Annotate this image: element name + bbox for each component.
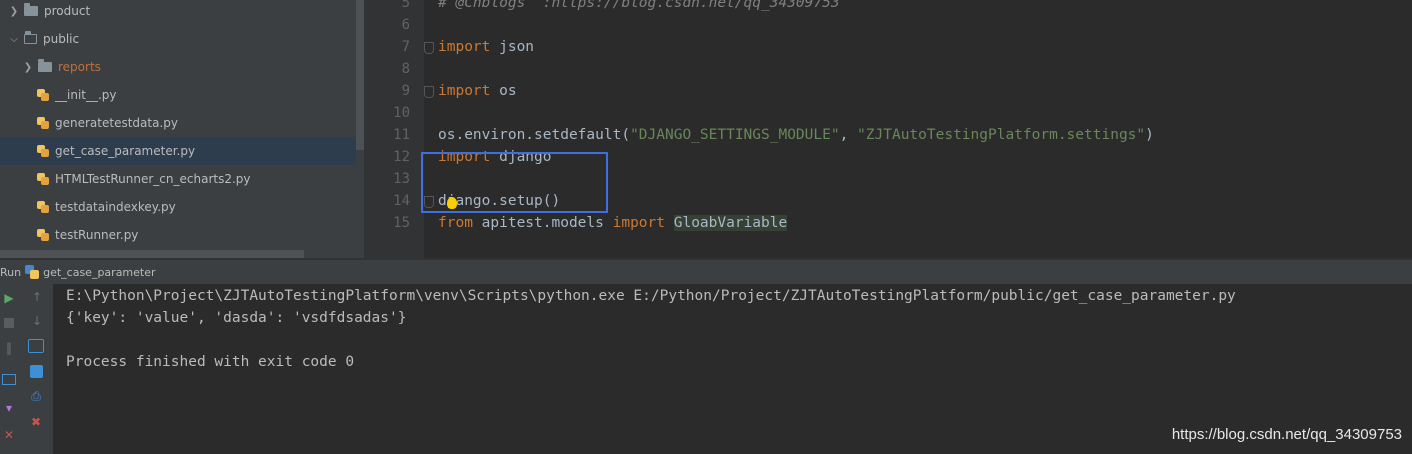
run-label: Run <box>0 265 22 279</box>
run-tab[interactable]: get_case_parameter <box>43 266 155 279</box>
watermark: https://blog.csdn.net/qq_34309753 <box>1171 426 1402 443</box>
line-number: 14 <box>393 193 410 209</box>
run-tool-window-header: Run get_case_parameter <box>0 260 1412 284</box>
fold-marker-icon[interactable] <box>424 42 434 54</box>
tree-item-product[interactable]: ❯ product <box>0 0 356 25</box>
line-number: 13 <box>393 171 410 187</box>
keyword: import <box>438 39 491 55</box>
line-number: 10 <box>393 105 410 121</box>
arrow-up-icon[interactable]: ↑ <box>29 289 45 305</box>
tree-item-public[interactable]: ⌵ public <box>0 25 356 53</box>
lightbulb-icon[interactable] <box>447 197 457 209</box>
trash-icon[interactable]: ✖ <box>28 414 44 430</box>
python-file-icon <box>37 145 49 157</box>
folder-icon <box>38 59 52 72</box>
code-text: os <box>490 83 517 99</box>
scroll-to-end-icon[interactable] <box>28 363 44 379</box>
python-file-icon <box>37 89 49 101</box>
rerun-icon[interactable]: ▶ <box>1 290 17 306</box>
line-number: 9 <box>401 83 410 99</box>
keyword: import <box>612 215 665 231</box>
code-text: apitest.models <box>472 215 613 231</box>
code-text: json <box>490 39 535 55</box>
tree-item-htmltestrunner[interactable]: HTMLTestRunner_cn_echarts2.py <box>0 165 356 193</box>
stop-icon[interactable] <box>1 315 17 331</box>
line-number: 15 <box>393 215 410 231</box>
console-line: E:\Python\Project\ZJTAutoTestingPlatform… <box>66 288 1236 304</box>
soft-wrap-icon[interactable] <box>28 338 44 354</box>
keyword: from <box>438 215 473 231</box>
python-file-icon <box>37 201 49 213</box>
string-literal: "DJANGO_SETTINGS_MODULE" <box>630 127 840 143</box>
code-text: , <box>839 127 858 143</box>
close-icon[interactable]: ✕ <box>1 427 17 443</box>
code-text: ) <box>1145 127 1154 143</box>
line-number: 7 <box>401 39 410 55</box>
code-line-9: import os <box>438 83 517 99</box>
tree-scrollbar[interactable] <box>356 0 364 150</box>
line-number: 12 <box>393 149 410 165</box>
tree-item-get-case-parameter[interactable]: get_case_parameter.py <box>0 137 356 165</box>
line-number-gutter: 5 6 7 8 9 10 11 12 13 14 15 <box>364 0 424 258</box>
tree-item-testdataindexkey[interactable]: testdataindexkey.py <box>0 193 356 221</box>
code-text: os.environ.setdefault( <box>438 127 631 143</box>
line-number: 6 <box>401 17 410 33</box>
folder-open-icon <box>24 31 37 44</box>
code-line-7: import json <box>438 39 534 55</box>
code-line-11: os.environ.setdefault("DJANGO_SETTINGS_M… <box>438 127 1154 143</box>
chevron-right-icon[interactable]: ❯ <box>22 61 34 73</box>
layout-icon[interactable] <box>1 371 17 387</box>
keyword: import <box>438 83 491 99</box>
chevron-down-icon[interactable]: ⌵ <box>8 33 20 45</box>
string-literal: "ZJTAutoTestingPlatform.settings" <box>857 127 1146 143</box>
pin-icon[interactable]: ▾ <box>1 400 17 416</box>
tree-item-generatetestdata[interactable]: generatetestdata.py <box>0 109 356 137</box>
run-toolbar-left: ▶ ‖ ▾ ✕ <box>0 284 20 454</box>
python-icon <box>25 265 40 279</box>
line-number: 5 <box>401 0 410 11</box>
folder-icon <box>24 3 38 16</box>
pause-icon[interactable]: ‖ <box>1 340 17 356</box>
code-editor[interactable]: 5 6 7 8 9 10 11 12 13 14 15 # @Cnblogs :… <box>364 0 1412 258</box>
arrow-down-icon[interactable]: ↓ <box>29 313 45 329</box>
tree-item-init[interactable]: __init__.py <box>0 81 356 109</box>
run-toolbar-right: ↑ ↓ ⎙ ✖ <box>20 284 53 454</box>
code-line-5: # @Cnblogs :https://blog.csdn.net/qq_343… <box>438 0 840 11</box>
chevron-right-icon[interactable]: ❯ <box>8 5 20 17</box>
class-name: GloabVariable <box>673 215 788 231</box>
line-number: 8 <box>401 61 410 77</box>
line-number: 11 <box>393 127 410 143</box>
print-icon[interactable]: ⎙ <box>28 388 44 404</box>
console-line: {'key': 'value', 'dasda': 'vsdfdsadas'} <box>66 310 407 326</box>
tree-item-reports[interactable]: ❯ reports <box>0 53 356 81</box>
python-file-icon <box>37 173 49 185</box>
project-tree: ❯ product ⌵ public ❯ reports __init__.py… <box>0 0 364 258</box>
fold-marker-icon[interactable] <box>424 86 434 98</box>
tree-item-testrunner[interactable]: testRunner.py <box>0 221 356 249</box>
console-line: Process finished with exit code 0 <box>66 354 355 370</box>
python-file-icon <box>37 117 49 129</box>
tree-horizontal-scrollbar[interactable] <box>0 250 304 258</box>
python-file-icon <box>37 229 49 241</box>
code-line-15: from apitest.models import GloabVariable <box>438 215 788 231</box>
